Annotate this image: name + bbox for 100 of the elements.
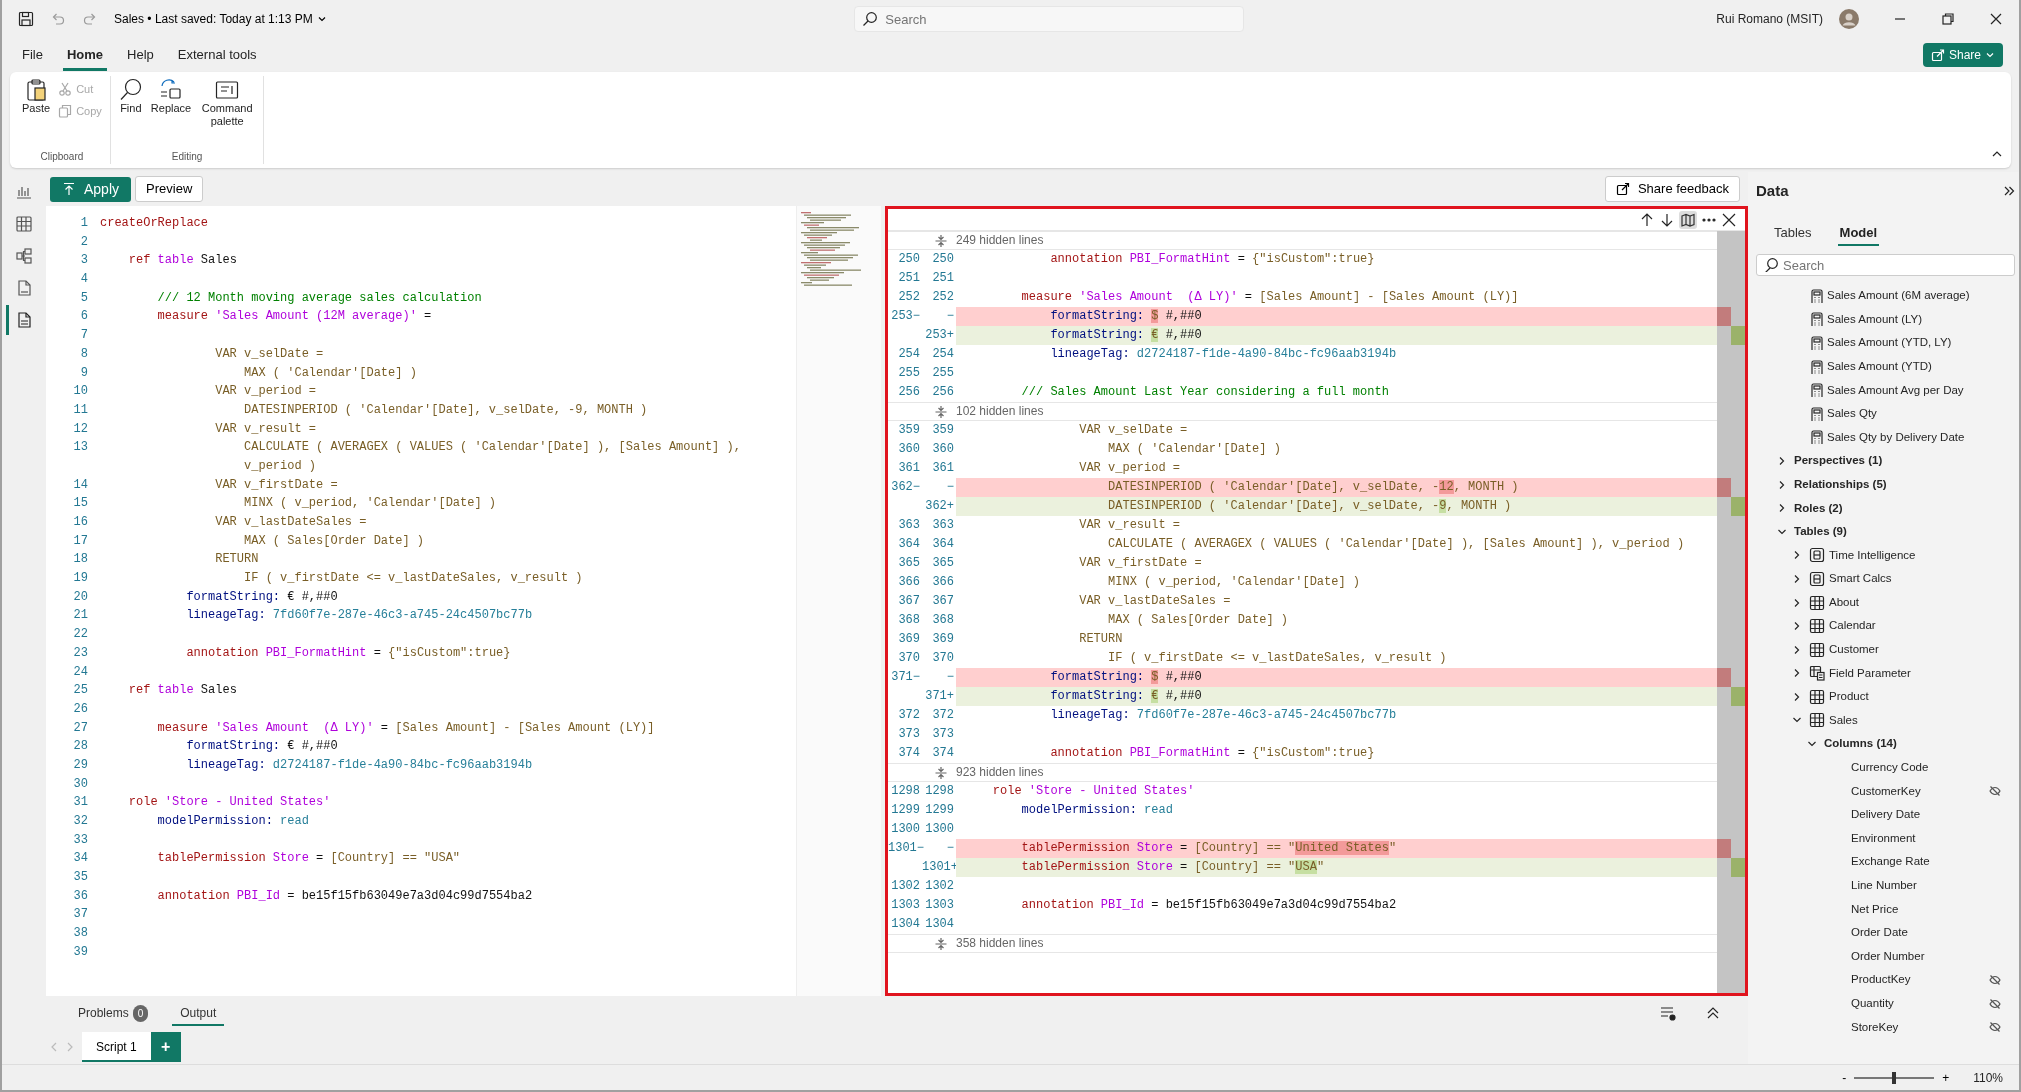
tree-item[interactable]: Sales Amount (LY): [1827, 310, 1923, 328]
tree-item[interactable]: Sales Amount (YTD, LY): [1827, 334, 1952, 352]
replace-button[interactable]: Replace: [148, 76, 194, 117]
line-number: −: [945, 669, 955, 686]
tree-item[interactable]: Order Date: [1851, 924, 2015, 942]
tree-item[interactable]: Customer: [1829, 641, 1879, 659]
expand-pane-icon[interactable]: [2003, 185, 2015, 198]
hidden-lines-label[interactable]: 249 hidden lines: [956, 231, 1044, 250]
close-icon[interactable]: [1721, 211, 1737, 228]
save-icon[interactable]: [18, 11, 34, 27]
share-button[interactable]: Share: [1922, 43, 2003, 67]
arrow-up-icon[interactable]: [1639, 211, 1655, 228]
hidden-lines-label[interactable]: 358 hidden lines: [956, 934, 1044, 953]
menu-tab[interactable]: Home: [62, 39, 108, 71]
line-number: 1300: [890, 821, 921, 838]
change-marker: [1731, 326, 1745, 345]
tree-item[interactable]: Sales Amount (6M average): [1827, 287, 1970, 305]
tree-item[interactable]: Sales Amount Avg per Day: [1827, 381, 1964, 399]
document-title-menu[interactable]: Sales • Last saved: Today at 1:13 PM: [114, 10, 327, 28]
tree-item[interactable]: Smart Calcs: [1829, 570, 1892, 588]
hidden-lines-label[interactable]: 102 hidden lines: [956, 402, 1044, 421]
tree-item[interactable]: Sales Qty by Delivery Date: [1827, 428, 1965, 446]
zoom-out-button[interactable]: -: [1842, 1068, 1847, 1087]
tree-item[interactable]: Roles (2): [1794, 499, 1843, 517]
code-line: IF ( v_firstDate <= v_lastDateSales, v_result ): [1107, 650, 1448, 667]
pane-title: Data: [1756, 181, 1789, 201]
palette-button[interactable]: Command palette: [197, 76, 258, 130]
tree-item[interactable]: Tables (9): [1794, 523, 1847, 541]
line-number: 26: [72, 700, 88, 718]
menu-tab[interactable]: Help: [123, 39, 158, 71]
unfold-icon[interactable]: [934, 765, 948, 780]
unfold-icon[interactable]: [934, 936, 948, 951]
close-icon[interactable]: [1989, 12, 2003, 26]
tree-item[interactable]: About: [1829, 593, 1860, 612]
zoom-in-button[interactable]: +: [1942, 1068, 1950, 1087]
slider-thumb[interactable]: [1892, 1071, 1897, 1084]
tree-item[interactable]: Exchange Rate: [1851, 853, 2015, 871]
tree-item[interactable]: Quantity: [1851, 995, 1985, 1013]
tree-item[interactable]: Product: [1829, 688, 1869, 706]
tree-item[interactable]: Environment: [1851, 829, 2015, 848]
line-number: 255: [931, 365, 955, 382]
tree-item[interactable]: Relationships (5): [1794, 475, 1887, 494]
tree-item[interactable]: ProductKey: [1851, 971, 1985, 989]
preview-button[interactable]: Preview: [135, 176, 204, 202]
line-number: 364: [897, 536, 921, 553]
line-number: 253+: [924, 327, 955, 344]
tree-item[interactable]: Field Parameter: [1829, 664, 1911, 682]
line-number: −: [945, 308, 955, 325]
pane-tab[interactable]: Tables: [1772, 218, 1814, 246]
hidden-lines-label[interactable]: 923 hidden lines: [956, 763, 1044, 782]
panel-tab[interactable]: Problems 0: [70, 1000, 157, 1026]
line-number: 12: [72, 420, 88, 438]
line-number: 370: [931, 650, 955, 667]
share-feedback-button[interactable]: Share feedback: [1604, 176, 1740, 202]
line-number: 362−: [890, 479, 921, 496]
search-icon: [1764, 258, 1778, 272]
code-line: role 'Store - United States': [127, 794, 331, 812]
line-number: 29: [72, 756, 88, 774]
script-tab[interactable]: Script 1: [82, 1032, 151, 1062]
restore-icon[interactable]: [1941, 12, 1955, 26]
search-field[interactable]: Search: [1756, 254, 2015, 276]
tree-item[interactable]: Sales Amount (YTD): [1827, 357, 1932, 376]
add-script-button[interactable]: +: [150, 1032, 181, 1062]
find-button[interactable]: Find: [116, 76, 145, 117]
expand-panel-icon[interactable]: [1706, 1006, 1720, 1020]
tree-item[interactable]: Sales: [1829, 711, 1858, 730]
arrow-down-icon[interactable]: [1659, 211, 1675, 228]
tree-item[interactable]: StoreKey: [1851, 1018, 1985, 1036]
tree-item[interactable]: Delivery Date: [1851, 806, 2015, 824]
tree-item[interactable]: CustomerKey: [1851, 782, 1985, 800]
tree-item[interactable]: Currency Code: [1851, 759, 2015, 777]
tree-item[interactable]: Calendar: [1829, 617, 1876, 635]
clear-output-icon[interactable]: [1660, 1005, 1676, 1021]
avatar-icon[interactable]: [1839, 9, 1859, 29]
tree-item[interactable]: Sales Qty: [1827, 405, 1877, 423]
calculator-icon: [1809, 312, 1823, 327]
line-number: 10: [72, 383, 88, 401]
menu-tab[interactable]: File: [18, 39, 47, 71]
apply-button[interactable]: Apply: [50, 176, 132, 202]
tree-item[interactable]: Order Number: [1851, 947, 2015, 966]
panel-tab[interactable]: Output: [172, 1000, 225, 1026]
tree-item[interactable]: Perspectives (1): [1794, 452, 1883, 470]
pane-tab[interactable]: Model: [1837, 218, 1880, 246]
unfold-icon[interactable]: [934, 233, 948, 248]
menu-tab[interactable]: External tools: [173, 39, 261, 71]
search-field[interactable]: Search: [854, 6, 1245, 32]
map-toggle-button[interactable]: [1679, 210, 1697, 229]
line-number: 30: [72, 775, 88, 793]
table-icon: [1809, 712, 1825, 729]
tree-item[interactable]: Columns (14): [1824, 735, 1897, 753]
unfold-icon[interactable]: [934, 404, 948, 419]
tree-item[interactable]: Net Price: [1851, 900, 2015, 918]
line-number: 9: [79, 364, 88, 382]
replace-icon: [159, 78, 183, 102]
tree-item[interactable]: Line Number: [1851, 877, 2015, 895]
line-number: 28: [72, 738, 88, 756]
line-number: 7: [79, 327, 88, 345]
tree-item[interactable]: Time Intelligence: [1829, 546, 1916, 564]
line-number: 374: [931, 745, 955, 762]
paste-button[interactable]: Paste: [20, 76, 53, 117]
